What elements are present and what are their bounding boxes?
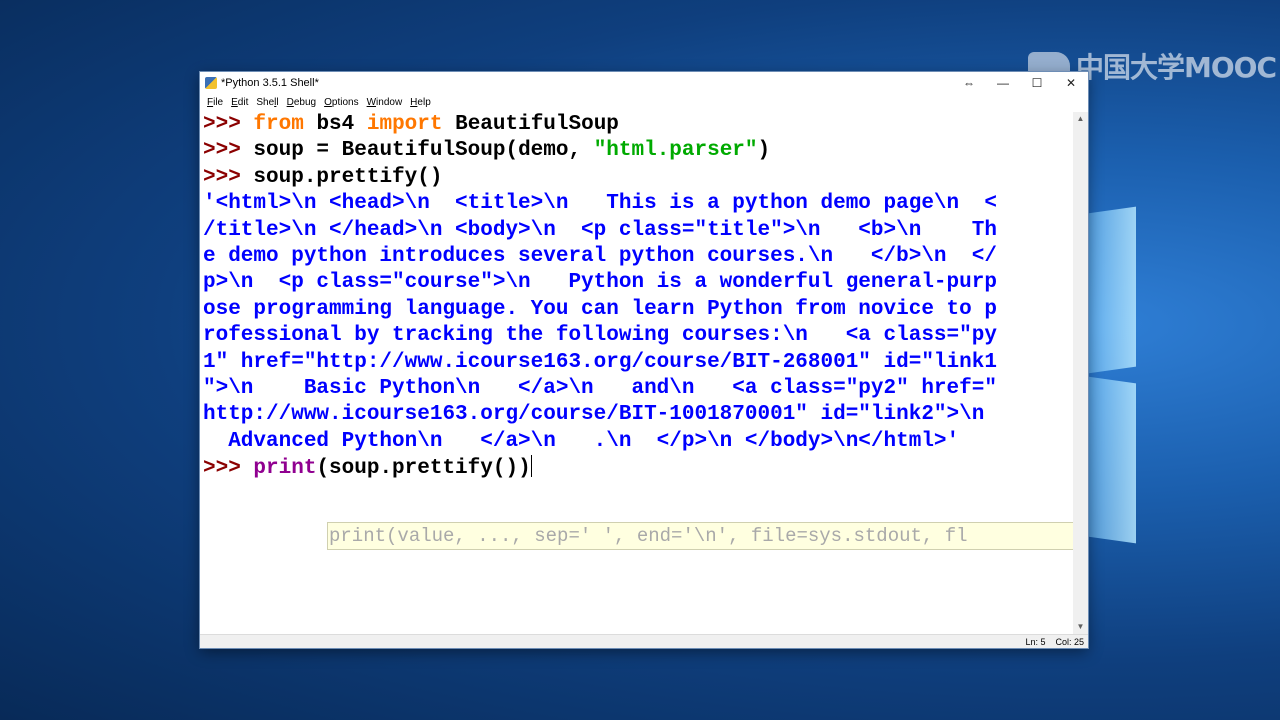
title-bar[interactable]: *Python 3.5.1 Shell* ⇔ — ☐ ✕ — [200, 72, 1088, 94]
output-line: '<html>\n <head>\n <title>\n This is a p… — [203, 192, 997, 216]
minimize-button[interactable]: — — [986, 72, 1020, 94]
windows-logo-background — [1088, 190, 1280, 560]
output-line: e demo python introduces several python … — [203, 244, 997, 268]
calltip-tooltip: print(value, ..., sep=' ', end='\n', fil… — [327, 522, 1073, 550]
menu-shell[interactable]: Shell — [252, 97, 282, 108]
text-cursor — [530, 455, 532, 478]
shell-line-soup: >>> soup = BeautifulSoup(demo, "html.par… — [203, 139, 771, 163]
menu-bar: File Edit Shell Debug Options Window Hel… — [200, 94, 1088, 110]
line-number: Ln: 5 — [1025, 636, 1046, 647]
menu-options[interactable]: Options — [320, 97, 362, 108]
menu-edit[interactable]: Edit — [227, 97, 252, 108]
output-line: 1" href="http://www.icourse163.org/cours… — [203, 350, 997, 374]
output-line: ">\n Basic Python\n </a>\n and\n <a clas… — [203, 376, 997, 400]
output-line: http://www.icourse163.org/course/BIT-100… — [203, 403, 985, 427]
shell-line-prettify: >>> soup.prettify() — [203, 165, 443, 189]
output-line: ose programming language. You can learn … — [203, 297, 997, 321]
restore-icon[interactable]: ⇔ — [952, 72, 986, 94]
vertical-scrollbar[interactable]: ▲ ▼ — [1073, 112, 1088, 634]
prompt: >>> — [203, 113, 254, 136]
output-line: p>\n <p class="course">\n Python is a wo… — [203, 271, 997, 295]
scroll-down-icon[interactable]: ▼ — [1073, 620, 1088, 634]
python-app-icon — [205, 77, 217, 89]
maximize-button[interactable]: ☐ — [1020, 72, 1054, 94]
watermark-text: 中国大学MOOC — [1076, 51, 1277, 84]
prompt: >>> — [203, 139, 254, 163]
output-line: Advanced Python\n </a>\n .\n </p>\n </bo… — [203, 429, 960, 453]
menu-window[interactable]: Window — [363, 97, 407, 108]
window-title: *Python 3.5.1 Shell* — [221, 77, 319, 89]
menu-file[interactable]: File — [203, 97, 227, 108]
shell-line-import: >>> from bs4 import BeautifulSoup — [203, 113, 619, 136]
prompt: >>> — [203, 457, 254, 481]
scroll-up-icon[interactable]: ▲ — [1073, 112, 1088, 126]
menu-debug[interactable]: Debug — [283, 97, 320, 108]
shell-line-current-input[interactable]: >>> print(soup.prettify()) — [200, 455, 1073, 481]
shell-text-area[interactable]: >>> from bs4 import BeautifulSoup >>> so… — [200, 112, 1073, 634]
close-button[interactable]: ✕ — [1054, 72, 1088, 94]
python-shell-window: *Python 3.5.1 Shell* ⇔ — ☐ ✕ File Edit S… — [200, 72, 1088, 648]
status-bar: Ln: 5 Col: 25 — [200, 634, 1088, 648]
output-line: rofessional by tracking the following co… — [203, 324, 997, 348]
prompt: >>> — [203, 165, 254, 189]
column-number: Col: 25 — [1055, 636, 1084, 647]
menu-help[interactable]: Help — [406, 97, 435, 108]
output-line: /title>\n </head>\n <body>\n <p class="t… — [203, 218, 997, 242]
